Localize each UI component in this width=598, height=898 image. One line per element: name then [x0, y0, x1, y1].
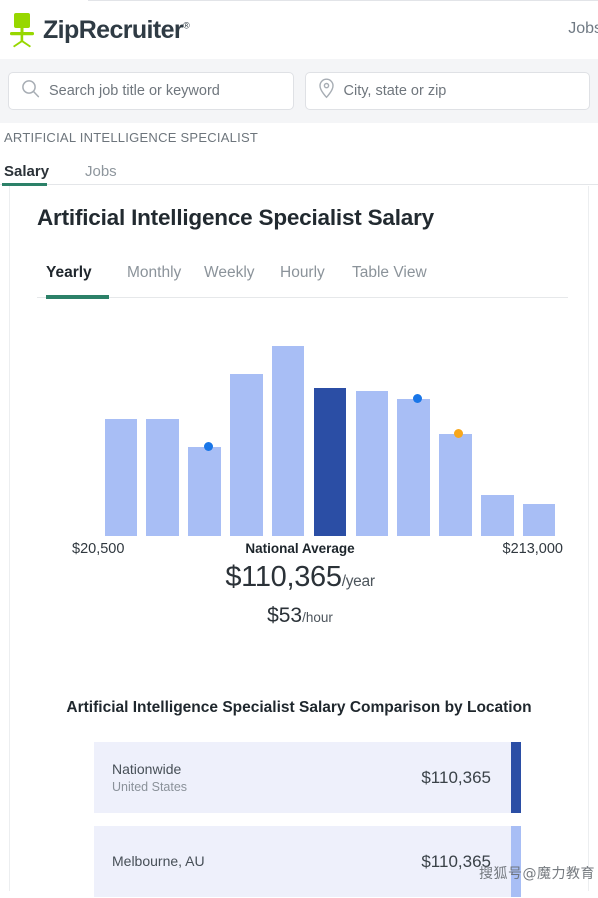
breadcrumb: ARTIFICIAL INTELLIGENCE SPECIALIST [4, 130, 259, 145]
chart-bar[interactable] [355, 346, 389, 536]
comparison-accent-bar [511, 742, 521, 813]
search-icon [21, 79, 40, 103]
chart-bar[interactable] [146, 346, 180, 536]
site-header: ZipRecruiter® Jobs [0, 1, 598, 59]
chart-bars [100, 346, 560, 536]
search-bar: Search job title or keyword City, state … [0, 59, 598, 123]
chart-bar-fill [104, 418, 138, 536]
comparison-location: Melbourne, AU [112, 853, 205, 870]
chart-bar-highlighted [313, 387, 347, 536]
chart-bar-fill [271, 346, 305, 536]
blue-marker [412, 394, 422, 404]
chart-bar-fill [522, 504, 556, 536]
salary-card: Artificial Intelligence Specialist Salar… [9, 186, 590, 897]
hourly-salary-value: $53 [267, 604, 303, 627]
yearly-salary-unit: /year [341, 573, 375, 590]
national-average-label: National Average [245, 541, 355, 556]
hourly-salary: $53/hour [10, 604, 590, 628]
chart-bar[interactable] [522, 346, 556, 536]
chart-bar-fill [188, 446, 221, 536]
chart-bar-fill [439, 434, 472, 536]
logo-wordmark: ZipRecruiter [43, 15, 184, 44]
chart-bar[interactable] [271, 346, 305, 536]
page-root: ZipRecruiter® Jobs Search job title or k… [0, 0, 598, 898]
comparison-location-group: Nationwide United States [112, 760, 421, 796]
chart-bar-fill [397, 399, 430, 536]
chart-bar-fill [480, 495, 514, 536]
comparison-list: Nationwide United States $110,365 Melbourne… [94, 742, 521, 898]
search-location-field[interactable]: City, state or zip [304, 72, 590, 110]
top-tab-bar: Salary Jobs [0, 155, 598, 186]
chart-bar-fill [146, 418, 180, 536]
tab-jobs[interactable]: Jobs [85, 163, 117, 180]
blue-marker [203, 441, 213, 451]
comparison-location-group: Melbourne, AU [112, 852, 421, 871]
logo-registered-mark: ® [183, 20, 190, 31]
yearly-salary: $110,365/year [10, 561, 590, 594]
logo[interactable]: ZipRecruiter® [8, 12, 190, 48]
top-tab-divider [0, 184, 598, 185]
logo-text: ZipRecruiter® [43, 15, 190, 44]
yearly-salary-value: $110,365 [225, 561, 342, 593]
nav-item-jobs[interactable]: Jobs [568, 20, 598, 38]
comparison-value: $110,365 [421, 767, 491, 787]
chart-bar[interactable] [480, 346, 514, 536]
chart-bar-fill [230, 374, 263, 536]
comparison-title: Artificial Intelligence Specialist Salar… [66, 699, 532, 716]
comparison-accent-bar [511, 826, 521, 897]
salary-distribution-chart: $20,500 $213,000 National Average $110,3… [10, 186, 590, 627]
chart-bar[interactable] [104, 346, 138, 536]
chart-bar[interactable] [188, 346, 221, 536]
comparison-row[interactable]: Melbourne, AU $110,365 [94, 826, 521, 897]
location-input[interactable]: City, state or zip [344, 83, 447, 99]
tab-salary[interactable]: Salary [4, 163, 49, 180]
comparison-location: Nationwide [112, 760, 182, 777]
search-input[interactable]: Search job title or keyword [49, 83, 220, 99]
chart-bar[interactable] [397, 346, 430, 536]
green-chair-icon [8, 12, 38, 48]
chart-bar-fill [355, 390, 389, 536]
comparison-sublocation: United States [112, 779, 188, 794]
watermark: 搜狐号@魔力教育 [479, 866, 595, 882]
comparison-row[interactable]: Nationwide United States $110,365 [94, 742, 521, 813]
search-keyword-field[interactable]: Search job title or keyword [8, 72, 294, 110]
map-pin-icon [318, 78, 335, 104]
chart-bar[interactable] [230, 346, 263, 536]
chart-bar[interactable] [439, 346, 472, 536]
chart-bar[interactable] [313, 346, 347, 536]
hourly-salary-unit: /hour [302, 610, 333, 625]
